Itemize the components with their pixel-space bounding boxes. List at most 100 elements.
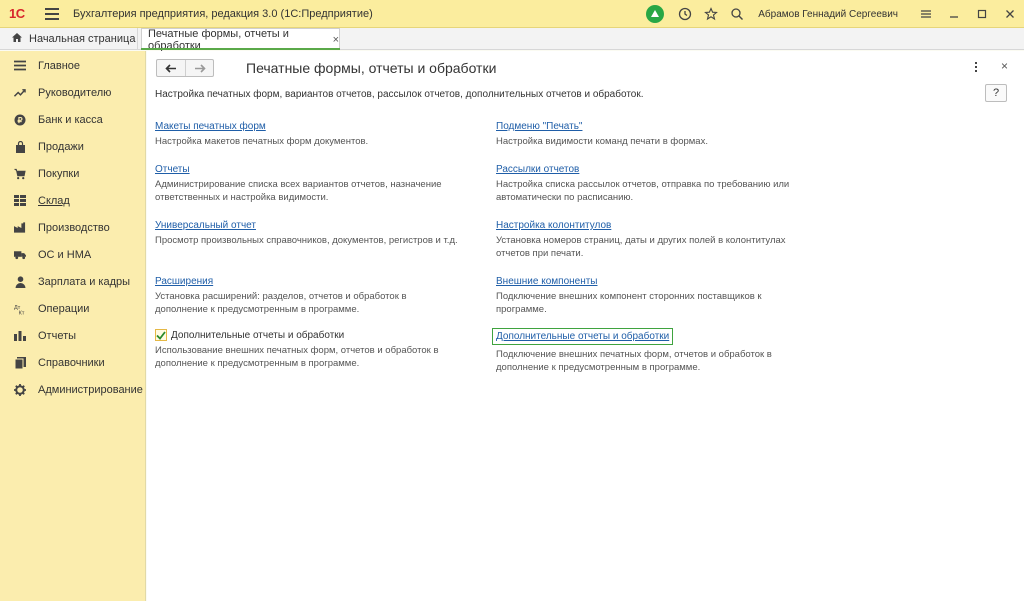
title-bar: 1С Бухгалтерия предприятия, редакция 3.0… <box>0 0 1024 28</box>
arrow-right-icon <box>194 63 206 73</box>
section-description: Установка номеров страниц, даты и других… <box>496 235 786 259</box>
section-description: Использование внешних печатных форм, отч… <box>155 345 439 369</box>
sidebar-item-warehouse[interactable]: Склад <box>0 187 146 214</box>
help-button[interactable]: ? <box>985 84 1007 102</box>
settings-menu-icon[interactable] <box>912 0 940 28</box>
sidebar-item-catalogs[interactable]: Справочники <box>0 349 146 376</box>
section-print-form-templates: Макеты печатных форм Настройка макетов п… <box>155 120 495 149</box>
trend-icon <box>14 87 26 99</box>
more-actions-icon[interactable] <box>970 60 982 74</box>
sidebar-item-fixed-assets[interactable]: ОС и НМА <box>0 241 146 268</box>
user-name[interactable]: Абрамов Геннадий Сергеевич <box>758 9 898 20</box>
logo-text: 1С <box>9 6 25 21</box>
app-title: Бухгалтерия предприятия, редакция 3.0 (1… <box>73 7 373 20</box>
section-external-components: Внешние компоненты Подключение внешних к… <box>496 275 796 316</box>
sidebar-item-label: ОС и НМА <box>38 248 92 261</box>
close-form-button[interactable]: × <box>1001 59 1008 73</box>
gear-icon <box>14 383 26 396</box>
section-additional-reports-checkbox: Дополнительные отчеты и обработки Исполь… <box>155 329 475 370</box>
sidebar-item-label: Покупки <box>38 167 80 180</box>
sidebar-item-label: Операции <box>38 302 90 315</box>
sidebar-item-label: Руководителю <box>38 86 112 99</box>
additional-reports-checkbox[interactable] <box>155 329 167 341</box>
tab-close-icon[interactable]: × <box>333 34 339 46</box>
forward-button[interactable] <box>185 60 213 76</box>
link-extensions[interactable]: Расширения <box>155 276 213 287</box>
sidebar-item-label: Администрирование <box>38 383 143 396</box>
section-description: Настройка списка рассылок отчетов, отпра… <box>496 179 790 203</box>
sidebar-item-label: Справочники <box>38 356 105 369</box>
link-print-submenu[interactable]: Подменю "Печать" <box>496 121 582 132</box>
sidebar-item-main[interactable]: Главное <box>0 52 146 79</box>
sidebar: Главное Руководителю ₽ Банк и касса Прод… <box>0 51 146 601</box>
page-description: Настройка печатных форм, вариантов отчет… <box>155 89 644 100</box>
sidebar-item-sales[interactable]: Продажи <box>0 133 146 160</box>
sidebar-item-manager[interactable]: Руководителю <box>0 79 146 106</box>
tab-home[interactable]: Начальная страница <box>0 28 138 50</box>
bag-icon <box>14 140 26 153</box>
section-description: Установка расширений: разделов, отчетов … <box>155 291 407 315</box>
section-headers-footers: Настройка колонтитулов Установка номеров… <box>496 219 816 260</box>
grid-icon <box>14 195 26 207</box>
minimize-icon[interactable] <box>940 0 968 28</box>
section-print-submenu: Подменю "Печать" Настройка видимости ком… <box>496 120 836 149</box>
tab-home-label: Начальная страница <box>29 33 136 45</box>
sidebar-item-operations[interactable]: Дт Кт Операции <box>0 295 146 322</box>
link-universal-report[interactable]: Универсальный отчет <box>155 220 256 231</box>
coin-icon: ₽ <box>14 114 26 126</box>
navigation-buttons <box>156 59 214 77</box>
section-additional-reports: Дополнительные отчеты и обработки Подклю… <box>492 328 816 374</box>
section-description: Просмотр произвольных справочников, доку… <box>155 235 458 246</box>
back-button[interactable] <box>157 60 185 76</box>
bar-chart-icon <box>14 330 26 342</box>
person-icon <box>14 275 26 288</box>
debit-credit-icon: Дт Кт <box>14 303 26 315</box>
link-additional-reports[interactable]: Дополнительные отчеты и обработки <box>492 328 674 345</box>
sidebar-item-production[interactable]: Производство <box>0 214 146 241</box>
checkmark-icon <box>156 330 166 340</box>
sidebar-item-label: Главное <box>38 59 81 72</box>
favorites-star-icon[interactable] <box>700 3 722 25</box>
additional-reports-checkbox-label[interactable]: Дополнительные отчеты и обработки <box>171 330 344 341</box>
search-icon[interactable] <box>726 3 748 25</box>
notifications-icon[interactable] <box>646 5 665 23</box>
sidebar-item-salary[interactable]: Зарплата и кадры <box>0 268 146 295</box>
section-description: Администрирование списка всех вариантов … <box>155 179 442 203</box>
sidebar-item-label: Производство <box>38 221 110 234</box>
section-universal-report: Универсальный отчет Просмотр произвольны… <box>155 219 495 248</box>
tab-print-forms[interactable]: Печатные формы, отчеты и обработки × <box>141 28 340 52</box>
sidebar-item-bank[interactable]: ₽ Банк и касса <box>0 106 146 133</box>
factory-icon <box>14 222 26 234</box>
sidebar-item-label: Отчеты <box>38 329 77 342</box>
menu-icon <box>14 60 26 72</box>
link-report-mailings[interactable]: Рассылки отчетов <box>496 164 579 175</box>
section-reports: Отчеты Администрирование списка всех вар… <box>155 163 475 204</box>
link-external-components[interactable]: Внешние компоненты <box>496 276 598 287</box>
link-headers-footers[interactable]: Настройка колонтитулов <box>496 220 611 231</box>
link-reports[interactable]: Отчеты <box>155 164 190 175</box>
app-logo[interactable]: 1С <box>9 6 39 22</box>
tabs-bar: Начальная страница Печатные формы, отчет… <box>0 28 1024 52</box>
sidebar-item-label: Банк и касса <box>38 113 103 126</box>
sidebar-item-label: Зарплата и кадры <box>38 275 131 288</box>
home-icon <box>11 32 23 46</box>
history-icon[interactable] <box>674 3 696 25</box>
sidebar-item-label: Склад <box>38 194 70 207</box>
main-menu-icon[interactable] <box>45 7 59 20</box>
sidebar-item-label: Продажи <box>38 140 84 153</box>
truck-icon <box>14 249 26 261</box>
main-panel: Печатные формы, отчеты и обработки × Нас… <box>147 51 1024 601</box>
section-extensions: Расширения Установка расширений: раздело… <box>155 275 455 316</box>
close-window-icon[interactable] <box>996 0 1024 28</box>
maximize-icon[interactable] <box>968 0 996 28</box>
svg-text:₽: ₽ <box>17 116 22 125</box>
section-description: Настройка видимости команд печати в форм… <box>496 136 708 147</box>
section-report-mailings: Рассылки отчетов Настройка списка рассыл… <box>496 163 816 204</box>
page-title: Печатные формы, отчеты и обработки <box>246 60 497 76</box>
cart-icon <box>14 168 26 180</box>
link-print-form-templates[interactable]: Макеты печатных форм <box>155 121 266 132</box>
sidebar-item-purchases[interactable]: Покупки <box>0 160 146 187</box>
sidebar-item-administration[interactable]: Администрирование <box>0 376 146 403</box>
sidebar-item-reports[interactable]: Отчеты <box>0 322 146 349</box>
book-icon <box>14 356 26 369</box>
